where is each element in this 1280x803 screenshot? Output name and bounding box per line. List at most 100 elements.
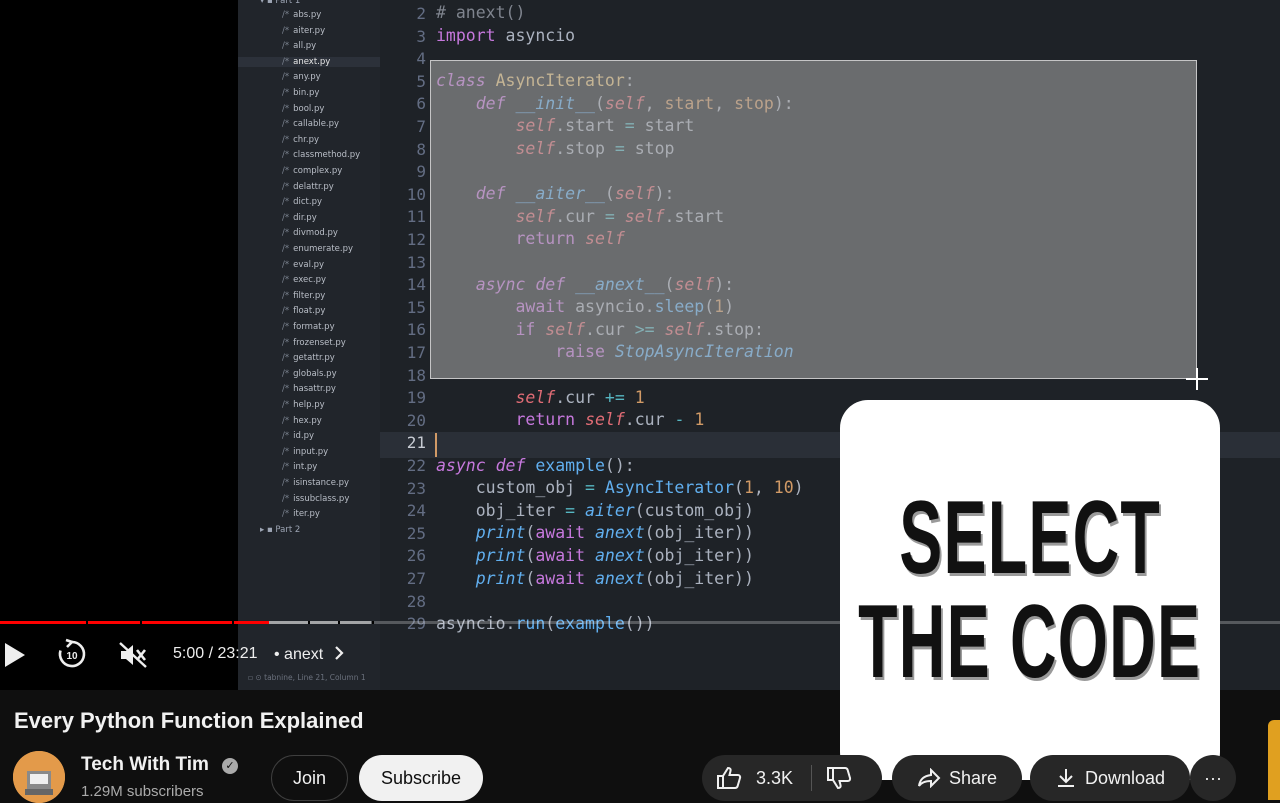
file-name: input.py (293, 446, 329, 457)
line-number: 11 (406, 207, 426, 227)
file-tree-item[interactable]: /* help.py (282, 400, 325, 410)
file-tree: ▾ ▪ Part 1/* abs.py/* aiter.py/* all.py/* an… (238, 0, 380, 690)
video-title: Every Python Function Explained (14, 708, 364, 733)
file-name: hex.py (293, 415, 322, 426)
file-icon: /* (282, 197, 290, 208)
file-tree-item[interactable]: /* enumerate.py (282, 244, 353, 254)
file-name: classmethod.py (293, 150, 361, 161)
file-tree-item[interactable]: /* hex.py (282, 416, 322, 426)
line-number: 6 (416, 94, 426, 114)
file-icon: /* (282, 509, 290, 520)
file-tree-item[interactable]: /* exec.py (282, 275, 326, 285)
line-number: 13 (406, 252, 426, 272)
file-icon: /* (282, 41, 290, 52)
file-name: anext.py (293, 56, 331, 67)
file-name: bin.py (293, 88, 320, 98)
file-tree-item[interactable]: /* id.py (282, 431, 314, 441)
file-tree-item[interactable]: /* input.py (282, 447, 328, 457)
share-button[interactable]: Share (892, 755, 1022, 801)
file-name: enumerate.py (293, 244, 354, 254)
code-line: return self.cur - 1 (515, 410, 705, 429)
line-gutter: 2 3 4 5 6 7 8 9 10 11 12 13 14 15 16 17 18 19 20 21 22 23 24 25… (380, 0, 436, 690)
selection-rectangle[interactable] (430, 60, 1197, 379)
file-icon: /* (282, 166, 290, 176)
file-name: help.py (293, 400, 325, 410)
callout-line-1: SELECT (899, 480, 1161, 596)
file-tree-item[interactable]: /* classmethod.py (282, 150, 360, 160)
file-tree-item[interactable]: /* globals.py (282, 369, 337, 379)
subscribe-button[interactable]: Subscribe (359, 755, 483, 801)
file-name: isinstance.py (293, 478, 350, 488)
share-icon (917, 768, 941, 788)
progress-played (0, 621, 269, 624)
file-tree-item[interactable]: /* format.py (282, 322, 335, 332)
file-name: id.py (293, 431, 315, 442)
muted-icon[interactable] (118, 641, 148, 673)
file-tree-item[interactable]: /* delattr.py (282, 182, 334, 192)
thumbs-up-icon[interactable] (716, 766, 742, 790)
chapter-marker (308, 621, 310, 624)
thumbs-down-icon[interactable] (826, 766, 852, 790)
channel-avatar[interactable] (13, 751, 65, 803)
line-number: 5 (416, 71, 426, 91)
code-line: obj_iter = aiter(custom_obj) (436, 501, 754, 520)
file-icon: /* (282, 119, 290, 130)
code-line: self.cur += 1 (515, 388, 645, 407)
file-tree-item[interactable]: /* divmod.py (282, 228, 338, 238)
file-tree-item[interactable]: /* isinstance.py (282, 478, 349, 488)
file-tree-item[interactable]: /* chr.py (282, 135, 319, 145)
file-tree-item[interactable]: /* any.py (282, 72, 321, 82)
line-number: 8 (416, 139, 426, 159)
download-button[interactable]: Download (1030, 755, 1190, 801)
more-icon: ··· (1204, 767, 1222, 788)
folder-part-1[interactable]: ▾ ▪ Part 1 (260, 0, 300, 6)
side-thumbnail[interactable] (1268, 720, 1280, 800)
chapter-title[interactable]: • anext (274, 645, 346, 664)
verified-badge-icon: ✓ (222, 758, 238, 774)
code-line: print(await anext(obj_iter)) (475, 569, 754, 588)
file-tree-item[interactable]: /* callable.py (282, 119, 339, 129)
join-button[interactable]: Join (271, 755, 348, 801)
file-tree-item[interactable]: /* float.py (282, 306, 325, 316)
file-tree-item[interactable]: /* dict.py (282, 197, 322, 207)
file-tree-item[interactable]: /* frozenset.py (282, 338, 346, 348)
line-number: 19 (406, 388, 426, 408)
play-icon[interactable] (2, 640, 28, 674)
file-name: issubclass.py (293, 493, 350, 504)
like-dislike-group[interactable]: 3.3K (702, 755, 882, 801)
line-number: 3 (416, 26, 426, 46)
chapter-label: • anext (274, 646, 324, 663)
file-tree-item[interactable]: /* eval.py (282, 260, 324, 270)
replay-10-icon[interactable]: 10 (56, 638, 88, 674)
file-name: frozenset.py (293, 337, 346, 348)
more-actions-button[interactable]: ··· (1190, 755, 1236, 801)
file-tree-item[interactable]: /* hasattr.py (282, 384, 336, 394)
callout-line-2: THE CODE (858, 584, 1202, 700)
file-tree-item[interactable]: /* all.py (282, 41, 316, 51)
file-tree-item[interactable]: /* anext.py (238, 56, 380, 67)
file-name: complex.py (293, 166, 343, 176)
file-tree-item[interactable]: /* iter.py (282, 509, 320, 519)
file-name: hasattr.py (293, 384, 336, 395)
file-tree-item[interactable]: /* issubclass.py (282, 494, 349, 504)
file-icon: /* (282, 290, 290, 301)
file-tree-item[interactable]: /* abs.py (282, 10, 321, 20)
line-number: 15 (406, 297, 426, 317)
time-display: 5:00 / 23:21 (173, 645, 258, 662)
file-tree-item[interactable]: /* dir.py (282, 213, 317, 223)
file-tree-item[interactable]: /* aiter.py (282, 26, 325, 36)
file-tree-item[interactable]: /* filter.py (282, 291, 325, 301)
file-tree-item[interactable]: /* bin.py (282, 88, 319, 98)
folder-part-2[interactable]: ▸ ▪ Part 2 (260, 525, 300, 535)
file-tree-item[interactable]: /* int.py (282, 462, 317, 472)
channel-name[interactable]: Tech With Tim (81, 754, 209, 776)
line-number: 17 (406, 343, 426, 362)
subscriber-count: 1.29M subscribers (81, 783, 204, 800)
file-tree-item[interactable]: /* bool.py (282, 104, 324, 114)
file-tree-item[interactable]: /* complex.py (282, 166, 342, 176)
code-line: custom_obj = AsyncIterator(1, 10) (436, 478, 804, 497)
line-number: 14 (406, 275, 426, 295)
chapter-marker (338, 621, 340, 624)
file-tree-item[interactable]: /* getattr.py (282, 353, 335, 363)
line-number: 25 (406, 523, 426, 543)
